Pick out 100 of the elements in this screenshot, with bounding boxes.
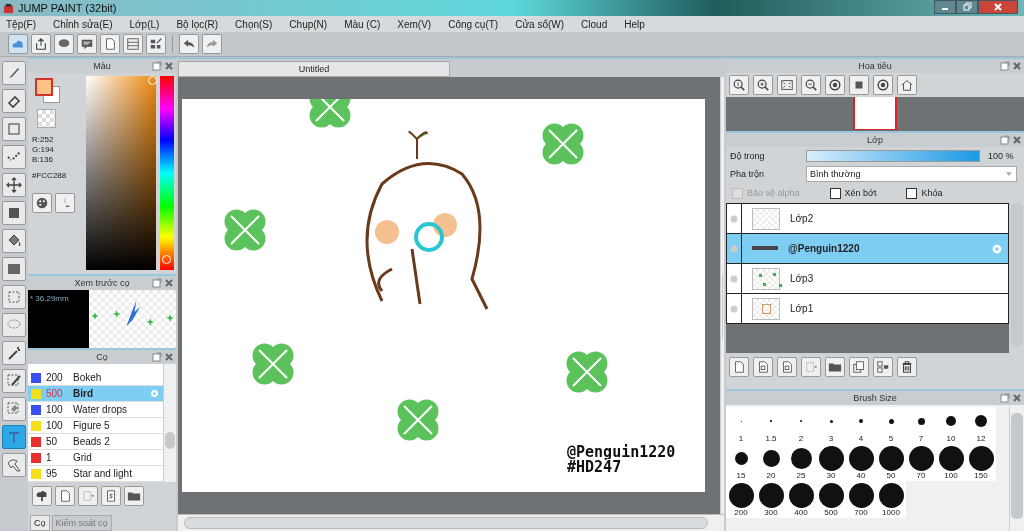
restore-button[interactable]: [956, 0, 978, 14]
brush-size-option[interactable]: 150: [966, 444, 996, 481]
menu-item[interactable]: Chọn(S): [235, 18, 273, 30]
brush-size-option[interactable]: 500: [816, 481, 846, 518]
document-tab[interactable]: Untitled: [178, 61, 450, 77]
menu-item[interactable]: Công cụ(T): [448, 18, 499, 30]
undock-icon[interactable]: [1000, 135, 1010, 145]
brush-size-option[interactable]: 7: [906, 407, 936, 444]
scrollbar[interactable]: [1009, 203, 1024, 353]
brush-size-option[interactable]: 2: [786, 407, 816, 444]
minimize-button[interactable]: [934, 0, 956, 14]
tool-button[interactable]: [2, 229, 26, 253]
close-icon[interactable]: [164, 352, 174, 362]
tool-button[interactable]: [2, 257, 26, 281]
brush-size-option[interactable]: 30: [816, 444, 846, 481]
brush-size-option[interactable]: 10: [936, 407, 966, 444]
brush-item[interactable]: 500 Bird: [28, 386, 163, 402]
layer-action-button[interactable]: [849, 357, 869, 377]
brush-size-option[interactable]: 12: [966, 407, 996, 444]
brush-size-option[interactable]: 4: [846, 407, 876, 444]
navigator-button[interactable]: [753, 75, 773, 95]
layer-row[interactable]: Lớp3: [727, 264, 1008, 294]
layer-action-button[interactable]: [825, 357, 845, 377]
menu-item[interactable]: Cửa sổ(W): [515, 18, 565, 30]
tool-button[interactable]: [2, 341, 26, 365]
palette-button[interactable]: [32, 193, 52, 213]
brush-size-option[interactable]: 25: [786, 444, 816, 481]
undo-button[interactable]: [179, 34, 199, 54]
navigator-button[interactable]: [777, 75, 797, 95]
brush-size-option[interactable]: 700: [846, 481, 876, 518]
close-icon[interactable]: [1012, 393, 1022, 403]
brush-size-option[interactable]: 3: [816, 407, 846, 444]
tool-button[interactable]: [2, 89, 26, 113]
brush-action-button[interactable]: [124, 486, 144, 506]
layer-action-button[interactable]: [873, 357, 893, 377]
canvas-thumbnail[interactable]: [853, 97, 897, 130]
menu-item[interactable]: Chỉnh sửa(E): [53, 18, 113, 30]
layer-action-button[interactable]: [753, 357, 773, 377]
menu-item[interactable]: Màu (C): [344, 18, 381, 30]
brush-item[interactable]: 50 Beads 2: [28, 434, 163, 450]
toolbar-button[interactable]: [123, 34, 143, 54]
toolbar-button[interactable]: [100, 34, 120, 54]
tool-button[interactable]: [2, 453, 26, 477]
brush-action-button[interactable]: [55, 486, 75, 506]
navigator-button[interactable]: [729, 75, 749, 95]
blend-mode-dropdown[interactable]: Bình thường: [806, 166, 1017, 182]
scrollbar[interactable]: [720, 77, 724, 514]
panel-tab[interactable]: Cọ: [30, 515, 50, 531]
brush-size-option[interactable]: 1: [726, 407, 756, 444]
brush-action-button[interactable]: [32, 486, 52, 506]
brush-size-option[interactable]: 15: [726, 444, 756, 481]
menu-item[interactable]: Chụp(N): [289, 18, 328, 30]
brush-item[interactable]: 1 Grid: [28, 450, 163, 466]
close-icon[interactable]: [1012, 61, 1022, 71]
close-icon[interactable]: [164, 278, 174, 288]
brush-size-option[interactable]: 100: [936, 444, 966, 481]
menu-item[interactable]: Xem(V): [397, 18, 432, 30]
layer-action-button[interactable]: [897, 357, 917, 377]
navigator-button[interactable]: [873, 75, 893, 95]
navigator-button[interactable]: [801, 75, 821, 95]
opacity-slider[interactable]: [806, 150, 980, 162]
brush-size-option[interactable]: 40: [846, 444, 876, 481]
toolbar-button[interactable]: [77, 34, 97, 54]
color-picker-field[interactable]: [86, 76, 156, 270]
navigator-button[interactable]: [825, 75, 845, 95]
menu-item[interactable]: Tệp(F): [6, 18, 36, 30]
layer-row[interactable]: @Penguin1220: [727, 234, 1008, 264]
undock-icon[interactable]: [1000, 61, 1010, 71]
undock-icon[interactable]: [152, 278, 162, 288]
navigator-button[interactable]: [897, 75, 917, 95]
navigator-button[interactable]: [849, 75, 869, 95]
toolbar-button[interactable]: [54, 34, 74, 54]
brush-size-option[interactable]: 5: [876, 407, 906, 444]
tool-button[interactable]: [2, 201, 26, 225]
transparent-swatch[interactable]: [37, 109, 56, 128]
tool-button[interactable]: [2, 369, 26, 393]
scrollbar[interactable]: [1009, 407, 1024, 531]
layer-action-button[interactable]: [777, 357, 797, 377]
undock-icon[interactable]: [1000, 393, 1010, 403]
close-icon[interactable]: [1012, 135, 1022, 145]
close-icon[interactable]: [164, 61, 174, 71]
close-button[interactable]: [978, 0, 1018, 14]
menu-item[interactable]: Lớp(L): [129, 18, 160, 30]
undock-icon[interactable]: [152, 352, 162, 362]
brush-size-option[interactable]: 400: [786, 481, 816, 518]
brush-size-option[interactable]: 50: [876, 444, 906, 481]
menu-item[interactable]: Help: [624, 18, 645, 30]
layer-row[interactable]: Lớp1: [727, 294, 1008, 323]
brush-size-option[interactable]: 300: [756, 481, 786, 518]
canvas-page[interactable]: @Penguin1220 #HD247: [182, 99, 705, 492]
brush-size-option[interactable]: 20: [756, 444, 786, 481]
brush-item[interactable]: 100 Figure 5: [28, 418, 163, 434]
hue-slider[interactable]: [160, 76, 174, 270]
brush-size-option[interactable]: 1.5: [756, 407, 786, 444]
color-swatches[interactable]: [35, 78, 61, 104]
toolbar-button[interactable]: [146, 34, 166, 54]
brush-size-option[interactable]: 200: [726, 481, 756, 518]
menu-item[interactable]: Bộ lọc(R): [176, 18, 219, 30]
brush-item[interactable]: 100 Water drops: [28, 402, 163, 418]
toolbar-button[interactable]: [31, 34, 51, 54]
